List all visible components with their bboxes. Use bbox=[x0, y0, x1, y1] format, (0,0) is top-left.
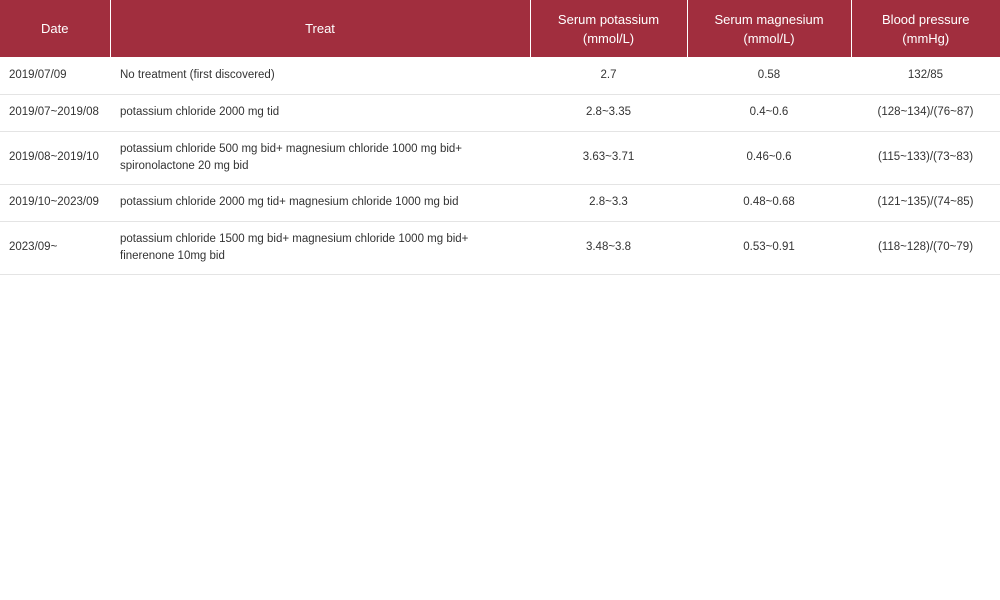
cell-treat: potassium chloride 1500 mg bid+ magnesiu… bbox=[110, 221, 530, 275]
table-header: Date Treat Serum potassium (mmol/L) Serum… bbox=[0, 0, 1000, 57]
cell-treat-line2: spironolactone 20 mg bid bbox=[120, 159, 249, 172]
cell-date: 2019/07/09 bbox=[0, 57, 110, 95]
cell-magnesium: 0.53~0.91 bbox=[687, 221, 851, 275]
header-date-label: Date bbox=[41, 21, 69, 36]
header-serum-magnesium-label: Serum magnesium bbox=[714, 11, 824, 27]
cell-treat-line1: potassium chloride 500 mg bid+ magnesium… bbox=[120, 142, 463, 155]
table-row: 2019/08~2019/10 potassium chloride 500 m… bbox=[0, 131, 1000, 185]
cell-magnesium: 0.58 bbox=[687, 57, 851, 95]
header-blood-pressure-unit: (mmHg) bbox=[902, 30, 950, 46]
cell-potassium: 3.63~3.71 bbox=[530, 131, 687, 185]
cell-magnesium: 0.4~0.6 bbox=[687, 94, 851, 132]
table-row: 2019/07/09 No treatment (first discovere… bbox=[0, 57, 1000, 95]
cell-blood-pressure: (118~128)/(70~79) bbox=[851, 221, 1000, 275]
cell-treat-line2: finerenone 10mg bid bbox=[120, 249, 225, 262]
header-blood-pressure: Blood pressure (mmHg) bbox=[851, 0, 1000, 57]
header-serum-potassium-label: Serum potassium bbox=[557, 11, 660, 27]
header-serum-magnesium: Serum magnesium (mmol/L) bbox=[687, 0, 852, 57]
cell-potassium: 2.8~3.3 bbox=[530, 184, 687, 222]
cell-treat-line1: No treatment (first discovered) bbox=[120, 68, 275, 81]
header-serum-potassium-unit: (mmol/L) bbox=[582, 30, 635, 46]
cell-magnesium: 0.48~0.68 bbox=[687, 184, 851, 222]
treatment-table: Date Treat Serum potassium (mmol/L) Serum… bbox=[0, 0, 1000, 275]
cell-treat: potassium chloride 500 mg bid+ magnesium… bbox=[110, 131, 530, 185]
cell-potassium: 2.8~3.35 bbox=[530, 94, 687, 132]
header-treat-label: Treat bbox=[305, 21, 335, 36]
cell-potassium: 2.7 bbox=[530, 57, 687, 95]
header-blood-pressure-label: Blood pressure bbox=[882, 11, 970, 27]
table-body: 2019/07/09 No treatment (first discovere… bbox=[0, 57, 1000, 275]
header-row: Date Treat Serum potassium (mmol/L) Serum… bbox=[0, 0, 1000, 57]
table-row: 2019/10~2023/09 potassium chloride 2000 … bbox=[0, 184, 1000, 222]
table-row: 2019/07~2019/08 potassium chloride 2000 … bbox=[0, 94, 1000, 132]
header-treat: Treat bbox=[110, 0, 531, 57]
cell-treat-line1: potassium chloride 2000 mg tid bbox=[120, 106, 280, 118]
cell-treat: potassium chloride 2000 mg tid bbox=[110, 94, 530, 132]
cell-blood-pressure: (115~133)/(73~83) bbox=[851, 131, 1000, 185]
cell-date: 2019/07~2019/08 bbox=[0, 94, 110, 132]
cell-blood-pressure: 132/85 bbox=[851, 57, 1000, 95]
cell-blood-pressure: (128~134)/(76~87) bbox=[851, 94, 1000, 132]
header-serum-potassium: Serum potassium (mmol/L) bbox=[530, 0, 688, 57]
table-row: 2023/09~ potassium chloride 1500 mg bid+… bbox=[0, 221, 1000, 275]
cell-treat-line1: potassium chloride 2000 mg tid+ magnesiu… bbox=[120, 196, 459, 208]
cell-magnesium: 0.46~0.6 bbox=[687, 131, 851, 185]
cell-blood-pressure: (121~135)/(74~85) bbox=[851, 184, 1000, 222]
cell-potassium: 3.48~3.8 bbox=[530, 221, 687, 275]
cell-treat: No treatment (first discovered) bbox=[110, 57, 530, 95]
cell-date: 2019/10~2023/09 bbox=[0, 184, 110, 222]
header-serum-magnesium-unit: (mmol/L) bbox=[743, 30, 795, 46]
cell-date: 2023/09~ bbox=[0, 221, 110, 275]
cell-treat-line1: potassium chloride 1500 mg bid+ magnesiu… bbox=[120, 232, 469, 245]
cell-date: 2019/08~2019/10 bbox=[0, 131, 110, 185]
cell-treat: potassium chloride 2000 mg tid+ magnesiu… bbox=[110, 184, 530, 222]
header-date: Date bbox=[0, 0, 111, 57]
